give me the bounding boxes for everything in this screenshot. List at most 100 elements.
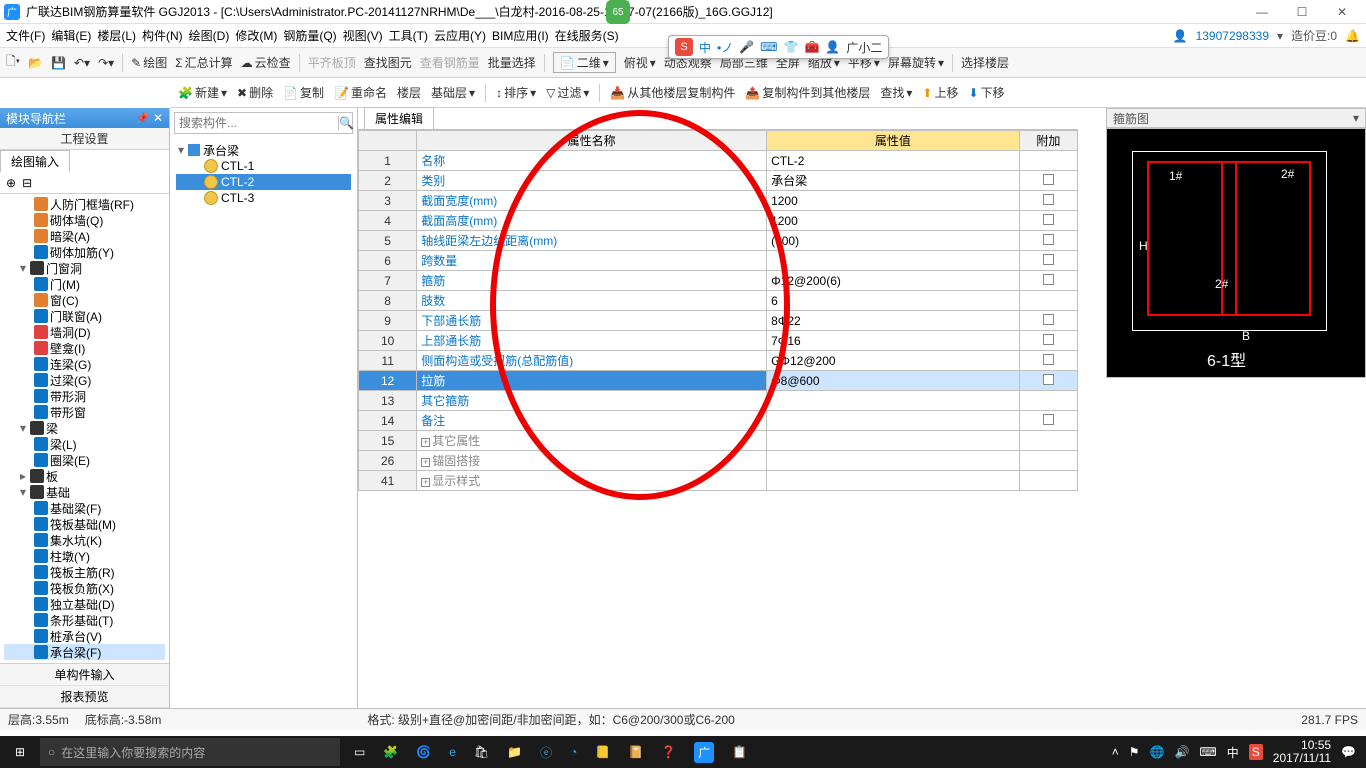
ime-user-icon[interactable]: 👤 (825, 40, 840, 54)
property-row[interactable]: 14备注 (359, 411, 1078, 431)
menu-item[interactable]: 视图(V) (343, 27, 383, 44)
delete-button[interactable]: ✖ 删除 (237, 84, 273, 101)
ie-icon[interactable]: ⓔ (540, 744, 552, 761)
app-icon-5[interactable]: 📔 (628, 745, 643, 759)
app-icon-7[interactable]: 广 (694, 742, 714, 763)
ime-punct-icon[interactable]: •ノ (717, 39, 733, 56)
start-button[interactable]: ⊞ (0, 745, 40, 759)
sogou-tray-icon[interactable]: S (1249, 744, 1263, 760)
menu-item[interactable]: 绘图(D) (189, 27, 230, 44)
view-steel-button[interactable]: 查看钢筋量 (420, 54, 480, 71)
menu-item[interactable]: 钢筋量(Q) (283, 27, 336, 44)
system-tray[interactable]: ˄ ⚑ 🌐 🔊 ⌨ 中 S 10:55 2017/11/11 💬 (1112, 739, 1366, 765)
property-row[interactable]: 15+其它属性 (359, 431, 1078, 451)
nav-item[interactable]: 砌体加筋(Y) (4, 244, 165, 260)
ime-skin-icon[interactable]: 👕 (784, 40, 799, 54)
battery-icon[interactable]: ⌨ (1199, 745, 1216, 759)
undo-icon[interactable]: ↶▾ (74, 56, 90, 70)
property-row[interactable]: 7箍筋Φ12@200(6) (359, 271, 1078, 291)
sort-button[interactable]: ↕ 排序 ▾ (496, 84, 536, 101)
nav-item[interactable]: 筏板基础(M) (4, 516, 165, 532)
batch-select-button[interactable]: 批量选择 (488, 54, 536, 71)
find-button[interactable]: 查找 ▾ (880, 84, 912, 101)
checkbox[interactable] (1043, 314, 1054, 325)
nav-item[interactable]: 集水坑(K) (4, 532, 165, 548)
property-grid[interactable]: 属性名称 属性值 附加 1名称CTL-22类别承台梁3截面宽度(mm)12004… (358, 130, 1078, 491)
single-input-tab[interactable]: 单构件输入 (0, 664, 169, 686)
checkbox[interactable] (1043, 234, 1054, 245)
app-icon-4[interactable]: 📒 (595, 745, 610, 759)
checkbox[interactable] (1043, 254, 1054, 265)
cloud-check-button[interactable]: ☁ 云检查 (241, 54, 291, 71)
network-icon[interactable]: 🌐 (1150, 745, 1165, 759)
maximize-button[interactable]: ☐ (1282, 0, 1322, 24)
property-row[interactable]: 1名称CTL-2 (359, 151, 1078, 171)
nav-item[interactable]: 带形洞 (4, 388, 165, 404)
checkbox[interactable] (1043, 334, 1054, 345)
redo-icon[interactable]: ↷▾ (98, 56, 114, 70)
component-item[interactable]: CTL-3 (176, 190, 351, 206)
clock-date[interactable]: 2017/11/11 (1273, 752, 1331, 765)
property-edit-tab[interactable]: 属性编辑 (364, 107, 434, 129)
collapse-tree-icon[interactable]: ⊟ (22, 176, 32, 190)
checkbox[interactable] (1043, 354, 1054, 365)
close-button[interactable]: ✕ (1322, 0, 1362, 24)
dimension-select[interactable]: 📄 二维 ▾ (553, 52, 616, 73)
checkbox[interactable] (1043, 214, 1054, 225)
component-parent[interactable]: ▾承台梁 (176, 142, 351, 158)
nav-item[interactable]: 筏板主筋(R) (4, 564, 165, 580)
menu-item[interactable]: BIM应用(I) (492, 27, 549, 44)
ime-mic-icon[interactable]: 🎤 (739, 40, 754, 54)
property-row[interactable]: 10上部通长筋7Φ16 (359, 331, 1078, 351)
screen-rotate-button[interactable]: 屏幕旋转▾ (888, 54, 944, 71)
task-view-icon[interactable]: ▭ (354, 745, 365, 759)
menu-item[interactable]: 工具(T) (389, 27, 428, 44)
select-floor-button[interactable]: 选择楼层 (961, 54, 1009, 71)
nav-item[interactable]: 壁龛(I) (4, 340, 165, 356)
minimize-button[interactable]: — (1242, 0, 1282, 24)
preview-expand-icon[interactable]: ▾ (1353, 111, 1359, 125)
menu-item[interactable]: 楼层(L) (97, 27, 136, 44)
nav-item[interactable]: 条形基础(T) (4, 612, 165, 628)
new-file-icon[interactable]: 🗋▾ (6, 52, 20, 73)
nav-item[interactable]: 带形窗 (4, 404, 165, 420)
copy-button[interactable]: 📄 复制 (283, 84, 324, 101)
menu-item[interactable]: 构件(N) (142, 27, 183, 44)
property-row[interactable]: 13其它箍筋 (359, 391, 1078, 411)
ime-mode[interactable]: 中 (699, 39, 711, 56)
nav-item[interactable]: 人防门框墙(RF) (4, 196, 165, 212)
app-icon-3[interactable]: ◔ (570, 745, 577, 759)
floor-select[interactable]: 楼层 (397, 84, 421, 101)
checkbox[interactable] (1043, 274, 1054, 285)
nav-item[interactable]: 筏板负筋(X) (4, 580, 165, 596)
ime-toolbar[interactable]: S 中 •ノ 🎤 ⌨ 👕 🧰 👤 广小二 (668, 35, 889, 59)
checkbox[interactable] (1043, 374, 1054, 385)
menu-item[interactable]: 文件(F) (6, 27, 45, 44)
ime-keyboard-icon[interactable]: ⌨ (760, 40, 777, 54)
nav-item[interactable]: 梁(L) (4, 436, 165, 452)
search-button[interactable]: 🔍 (338, 116, 354, 130)
nav-item[interactable]: 独立基础(D) (4, 596, 165, 612)
nav-eng-setting[interactable]: 工程设置 (0, 128, 169, 150)
move-up-button[interactable]: ⬆ 上移 (922, 84, 958, 101)
save-icon[interactable]: 💾 (51, 56, 66, 70)
property-row[interactable]: 3截面宽度(mm)1200 (359, 191, 1078, 211)
nav-item[interactable]: 过梁(G) (4, 372, 165, 388)
nav-item[interactable]: 门联窗(A) (4, 308, 165, 324)
nav-item[interactable]: 承台梁(F) (4, 644, 165, 660)
nav-tree[interactable]: 人防门框墙(RF)砌体墙(Q)暗梁(A)砌体加筋(Y)▾门窗洞门(M)窗(C)门… (0, 194, 169, 663)
checkbox[interactable] (1043, 414, 1054, 425)
nav-item[interactable]: 门(M) (4, 276, 165, 292)
bell-icon[interactable]: 🔔 (1345, 29, 1360, 43)
property-row[interactable]: 26+锚固搭接 (359, 451, 1078, 471)
ime-tray[interactable]: 中 (1227, 744, 1239, 761)
taskbar-search[interactable]: ○ 在这里输入你要搜索的内容 (40, 738, 340, 766)
rename-button[interactable]: 📝 重命名 (334, 84, 387, 101)
property-row[interactable]: 2类别承台梁 (359, 171, 1078, 191)
sum-calc-button[interactable]: Σ 汇总计算 (175, 54, 232, 71)
copy-from-floor-button[interactable]: 📥 从其他楼层复制构件 (610, 84, 735, 101)
nav-item[interactable]: ▸板 (4, 468, 165, 484)
tray-up-icon[interactable]: ˄ (1112, 745, 1119, 759)
ime-tool-icon[interactable]: 🧰 (804, 40, 819, 54)
property-row[interactable]: 41+显示样式 (359, 471, 1078, 491)
